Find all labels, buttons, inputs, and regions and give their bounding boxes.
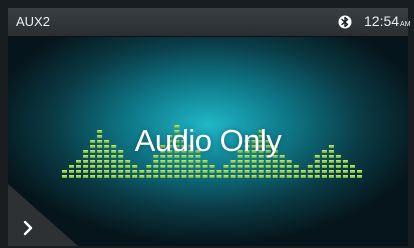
eq-bar (125, 160, 131, 178)
eq-bar (350, 165, 355, 178)
clock: 12:54AM (364, 13, 411, 29)
eq-bar (202, 160, 208, 178)
corner-tab[interactable] (8, 184, 78, 246)
eq-bar (69, 165, 74, 178)
status-bar: AUX2 12:54AM (8, 8, 411, 37)
eq-bar (230, 160, 236, 178)
eq-bar (139, 170, 145, 178)
eq-bar (62, 170, 67, 178)
audio-only-title: Audio Only (134, 123, 282, 158)
eq-bar (286, 160, 292, 178)
eq-bar (209, 165, 215, 178)
eq-bar (76, 160, 81, 178)
clock-ampm: AM (400, 21, 411, 28)
eq-bar (342, 160, 348, 178)
eq-bar (216, 170, 222, 178)
clock-time: 12:54 (364, 13, 400, 29)
source-label: AUX2 (16, 14, 50, 29)
eq-bar (293, 165, 299, 178)
eq-bar (300, 170, 306, 178)
chevron-right-icon[interactable] (20, 220, 36, 236)
eq-bar (132, 165, 138, 178)
eq-bar (307, 165, 313, 178)
bluetooth-icon (338, 15, 352, 29)
eq-bar (146, 165, 152, 178)
eq-bar (223, 165, 229, 178)
eq-bar (357, 170, 362, 178)
